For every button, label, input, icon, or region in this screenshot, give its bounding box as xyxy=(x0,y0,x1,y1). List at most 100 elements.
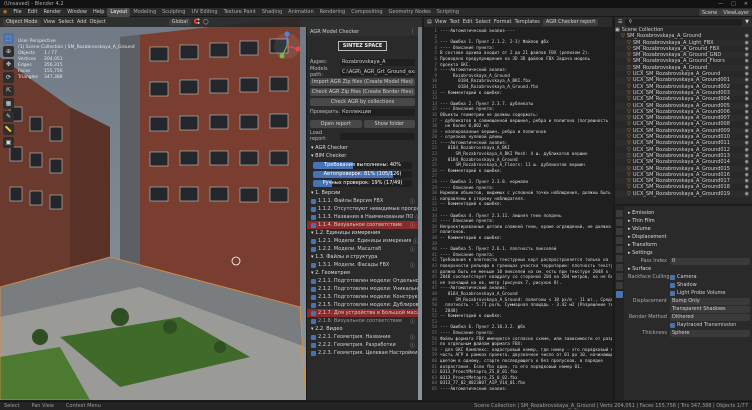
menu-render[interactable]: Render xyxy=(40,8,64,17)
section-agr-checker[interactable]: ▾ AGR Checker xyxy=(307,144,418,152)
tool-tab-icon[interactable] xyxy=(616,210,623,217)
panel-grip-icon[interactable]: ⋮ xyxy=(410,29,415,35)
transform-icon[interactable]: ▦ xyxy=(3,98,14,109)
address-input[interactable]: Rozabrovskaya_A xyxy=(340,58,415,66)
info-icon[interactable]: ⓘ xyxy=(410,342,418,349)
checkbox[interactable] xyxy=(311,246,316,252)
outliner-item[interactable]: ▽ UCX_SM_Rozabrovskaya_A_Ground019 ◉ xyxy=(615,190,752,198)
render-tab-icon[interactable] xyxy=(616,219,623,226)
add-cube-icon[interactable]: ▣ xyxy=(3,137,14,148)
workspace-tab-modeling[interactable]: Modeling xyxy=(130,8,159,17)
checkbox[interactable] xyxy=(311,198,316,204)
checkbox[interactable] xyxy=(311,318,316,324)
checkbox[interactable] xyxy=(311,286,316,292)
visibility-eye-icon[interactable]: ◉ xyxy=(745,191,749,197)
info-icon[interactable]: ⓘ xyxy=(415,214,418,221)
properties-section[interactable]: ▸ Transform xyxy=(628,241,750,249)
checkbox[interactable] xyxy=(670,322,675,328)
menu-help[interactable]: Help xyxy=(90,8,107,17)
check-item[interactable]: 2.1.1. Подготовлен модели: Отдельно стоя… xyxy=(307,277,418,285)
physics-tab-icon[interactable] xyxy=(616,273,623,280)
check-group[interactable]: ▾ 2. Геометрия xyxy=(307,269,418,277)
checkbox[interactable] xyxy=(670,282,675,288)
menu-object[interactable]: Object xyxy=(90,19,106,25)
properties-section[interactable]: ▸ Emission xyxy=(628,209,750,217)
te-menu-templates[interactable]: Templates xyxy=(514,19,539,25)
property-field[interactable]: Sphere xyxy=(670,329,750,337)
view-layer-selector[interactable]: ViewLayer xyxy=(720,8,752,16)
checkbox[interactable] xyxy=(670,274,675,280)
check-item[interactable]: 1.1.3. Названия в Наименовании ПОⓘ xyxy=(307,213,418,221)
menu-select[interactable]: Select xyxy=(58,19,73,25)
menu-add[interactable]: Add xyxy=(77,19,87,25)
scene-selector[interactable]: Scene xyxy=(698,8,721,16)
check-item[interactable]: 2.1.5. Подготовлен модели: Дублированиеⓘ xyxy=(307,301,418,309)
menu-view[interactable]: View xyxy=(44,19,56,25)
property-field[interactable]: Dithered xyxy=(670,313,750,321)
measure-icon[interactable]: 📏 xyxy=(3,124,14,135)
properties-section[interactable]: ▸ Displacement xyxy=(628,233,750,241)
check-group[interactable]: ▾ 1.2. Единицы измерения xyxy=(307,229,418,237)
check-item[interactable]: 2.1.2. Подготовлен модели: Уникальный ад… xyxy=(307,285,418,293)
check-item[interactable]: 1.3.1. Модели. Фасады FBX ⓘ xyxy=(307,261,418,269)
scale-icon[interactable]: ⇱ xyxy=(3,85,14,96)
workspace-tab-texture-paint[interactable]: Texture Paint xyxy=(221,8,259,17)
info-icon[interactable]: ⓘ xyxy=(410,334,418,341)
proportional-icon[interactable]: ◯ xyxy=(203,19,209,25)
checks-dropdown[interactable]: Коллекции xyxy=(340,108,415,116)
outliner-search[interactable]: ⚲ xyxy=(625,18,743,26)
checkbox[interactable] xyxy=(311,294,316,300)
check-item[interactable]: 1.2.2. Модели. Масштаб ⓘ xyxy=(307,245,418,253)
navigation-gizmo[interactable] xyxy=(272,31,302,61)
te-menu-edit[interactable]: Edit xyxy=(463,19,473,25)
info-icon[interactable]: ⓘ xyxy=(410,318,418,325)
menu-window[interactable]: Window xyxy=(64,8,90,17)
te-menu-view[interactable]: View xyxy=(435,19,447,25)
modifier-tab-icon[interactable] xyxy=(616,264,623,271)
property-field[interactable]: Bump Only xyxy=(670,297,750,305)
text-file-selector[interactable]: AGR Checker report xyxy=(542,18,599,26)
menu-edit[interactable]: Edit xyxy=(25,8,41,17)
check-item[interactable]: 2.1.7. Для устройства в Большой масшⓘ xyxy=(307,309,418,317)
checkbox[interactable] xyxy=(311,222,316,228)
checkbox[interactable] xyxy=(311,206,316,212)
check-item[interactable]: 1.1.1. Файлы Версия FBX ⓘ xyxy=(307,197,418,205)
close-icon[interactable]: ✕ xyxy=(744,0,748,8)
check-item[interactable]: 2.1.3. Подготовлен модели: Конструктивно… xyxy=(307,293,418,301)
mode-selector[interactable]: Object Mode xyxy=(3,18,41,26)
workspace-tab-animation[interactable]: Animation xyxy=(285,8,317,17)
world-tab-icon[interactable] xyxy=(616,246,623,253)
te-menu-select[interactable]: Select xyxy=(475,19,490,25)
properties-section[interactable]: ▸ Surface xyxy=(628,265,750,273)
checkbox[interactable] xyxy=(311,214,316,220)
move-icon[interactable]: ✥ xyxy=(3,59,14,70)
workspace-tab-geometry-nodes[interactable]: Geometry Nodes xyxy=(386,8,434,17)
object-tab-icon[interactable] xyxy=(616,255,623,262)
blender-logo-icon[interactable]: ◉ xyxy=(0,8,10,17)
workspace-tab-scripting[interactable]: Scripting xyxy=(434,8,462,17)
check-item[interactable]: 2.1.8. Визуальное соответствие ⓘ xyxy=(307,317,418,325)
info-icon[interactable]: ⓘ xyxy=(410,198,418,205)
workspace-tab-shading[interactable]: Shading xyxy=(259,8,285,17)
workspace-tab-compositing[interactable]: Compositing xyxy=(348,8,385,17)
info-icon[interactable]: ⓘ xyxy=(410,222,418,229)
check-group[interactable]: ▾ 1.3. Файлы и структура xyxy=(307,253,418,261)
check-group[interactable]: ▾ 1. Версии xyxy=(307,189,418,197)
checkbox[interactable] xyxy=(311,334,316,340)
properties-section[interactable]: ▸ Volume xyxy=(628,225,750,233)
check-item[interactable]: 1.2.1. Модели. Единицы измерения ⓘ xyxy=(307,237,418,245)
load-report-input[interactable] xyxy=(340,132,415,140)
checkbox[interactable] xyxy=(311,262,316,268)
rotate-icon[interactable]: ⟳ xyxy=(3,72,14,83)
te-menu-format[interactable]: Format xyxy=(494,19,512,25)
check-collections-button[interactable]: Check AGR by collections xyxy=(310,98,415,106)
text-editor[interactable]: ▤ View Text Edit Select Format Templates… xyxy=(424,17,612,400)
property-field[interactable]: Transparent Shadows xyxy=(670,305,750,313)
check-item[interactable]: 1.1.2. Отсутствуют невидимые программыⓘ xyxy=(307,205,418,213)
path-input[interactable]: C:\AGR\_AGR_Grt_Ground_example\ xyxy=(340,68,415,76)
checkbox[interactable] xyxy=(311,302,316,308)
workspace-tab-layout[interactable]: Layout xyxy=(107,7,131,17)
show-folder-button[interactable]: Show folder xyxy=(363,120,415,128)
scene-tab-icon[interactable] xyxy=(616,237,623,244)
properties-section[interactable]: ▸ Thin Film xyxy=(628,217,750,225)
